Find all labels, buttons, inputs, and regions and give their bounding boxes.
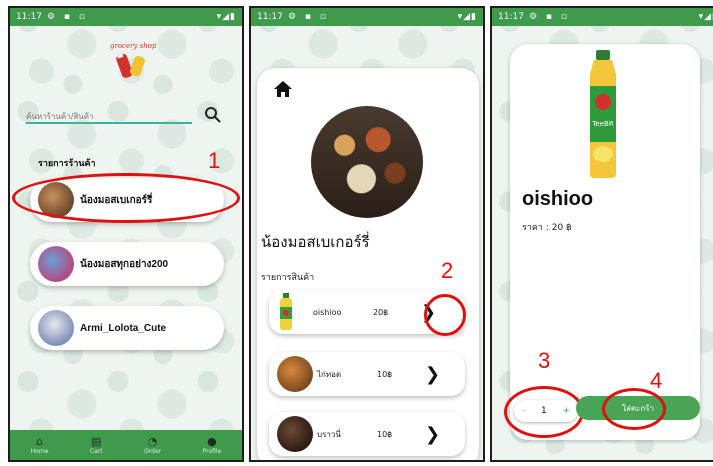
- product-card[interactable]: ไก่ทอด 10฿ ❯: [269, 352, 465, 396]
- annotation-2: 2: [441, 258, 454, 283]
- signal-icons: ▾◢▮: [698, 12, 713, 22]
- shop-card[interactable]: Armi_Lolota_Cute: [30, 306, 224, 350]
- shop-name: Armi_Lolota_Cute: [80, 322, 167, 334]
- drink-bottle-thumb: [280, 293, 292, 330]
- annotation-circle-2: [424, 294, 466, 336]
- search-icon[interactable]: [204, 106, 222, 124]
- section-title: รายการสินค้า: [261, 273, 315, 283]
- home-icon: ⌂: [36, 434, 44, 448]
- nav-home[interactable]: ⌂ Home: [31, 434, 49, 455]
- nav-cart[interactable]: ▤ Cart: [90, 434, 103, 455]
- annotation-circle-4: [602, 388, 666, 430]
- svg-text:TeeBR: TeeBR: [591, 120, 614, 128]
- search-input[interactable]: [26, 106, 192, 121]
- annotation-4: 4: [650, 368, 663, 393]
- annotation-3: 3: [538, 348, 551, 373]
- user-icon: ●: [207, 434, 217, 448]
- home-icon[interactable]: [273, 80, 293, 98]
- product-price: ราคา : 20 ฿: [522, 223, 572, 233]
- shop-cover-image: [311, 106, 423, 218]
- grocery-logo: grocery shop: [110, 42, 156, 78]
- chevron-right-icon[interactable]: ❯: [425, 364, 440, 385]
- shop-avatar: [38, 246, 74, 282]
- product-thumb: [277, 416, 313, 452]
- cart-icon: ▤: [91, 434, 102, 448]
- chevron-right-icon[interactable]: ❯: [425, 424, 440, 445]
- annotation-circle-1: [12, 173, 240, 223]
- annotation-1: 1: [208, 148, 221, 173]
- section-title: รายการร้านค้า: [38, 159, 96, 169]
- svg-text:grocery shop: grocery shop: [110, 42, 156, 50]
- notification-icons: ⚙ ▪ ▫: [287, 12, 329, 22]
- phone-screen-product-detail: 11:17 ⚙ ▪ ▫ ▾◢▮ TeeBR oishioo ราคา : 20 …: [490, 6, 713, 462]
- notification-icons: ⚙ ▪ ▫: [46, 12, 88, 22]
- status-bar: 11:17 ⚙ ▪ ▫ ▾◢▮: [251, 8, 483, 26]
- product-name: บราวนี่: [317, 429, 341, 439]
- product-name: ไก่ทอด: [317, 369, 342, 379]
- product-name: oishioo: [522, 188, 594, 210]
- nav-order[interactable]: ◔ Order: [144, 434, 161, 455]
- clock-icon: ◔: [147, 434, 158, 448]
- product-price: 10฿: [377, 369, 393, 379]
- product-thumb: [277, 356, 313, 392]
- phone-screen-shop-detail: 11:17 ⚙ ▪ ▫ ▾◢▮ น้องมอสเบเกอร์รี่ รายการ…: [249, 6, 485, 462]
- product-image: TeeBR: [590, 50, 616, 178]
- shop-card[interactable]: น้องมอสทุกอย่าง200: [30, 242, 224, 286]
- shop-name: น้องมอสทุกอย่าง200: [80, 258, 169, 270]
- status-bar: 11:17 ⚙ ▪ ▫ ▾◢▮: [492, 8, 713, 26]
- phone-screen-shop-list: 11:17 ⚙ ▪ ▫ ▾◢▮ grocery shop รายการร้านค…: [8, 6, 244, 462]
- product-name: oishioo: [313, 307, 342, 317]
- status-time: 11:17: [498, 12, 524, 22]
- shop-title: น้องมอสเบเกอร์รี่: [261, 234, 370, 251]
- product-price: 10฿: [377, 429, 393, 439]
- annotation-circle-3: [504, 386, 584, 438]
- nav-profile[interactable]: ● Profile: [203, 434, 222, 455]
- status-bar: 11:17 ⚙ ▪ ▫ ▾◢▮: [10, 8, 242, 26]
- notification-icons: ⚙ ▪ ▫: [528, 12, 570, 22]
- bottom-nav: ⌂ Home ▤ Cart ◔ Order ● Profile: [10, 430, 242, 460]
- status-time: 11:17: [257, 12, 283, 22]
- status-time: 11:17: [16, 12, 42, 22]
- shop-avatar: [38, 310, 74, 346]
- search-field[interactable]: [26, 104, 192, 124]
- signal-icons: ▾◢▮: [457, 12, 477, 22]
- signal-icons: ▾◢▮: [216, 12, 236, 22]
- product-card[interactable]: บราวนี่ 10฿ ❯: [269, 412, 465, 456]
- product-price: 20฿: [373, 307, 389, 317]
